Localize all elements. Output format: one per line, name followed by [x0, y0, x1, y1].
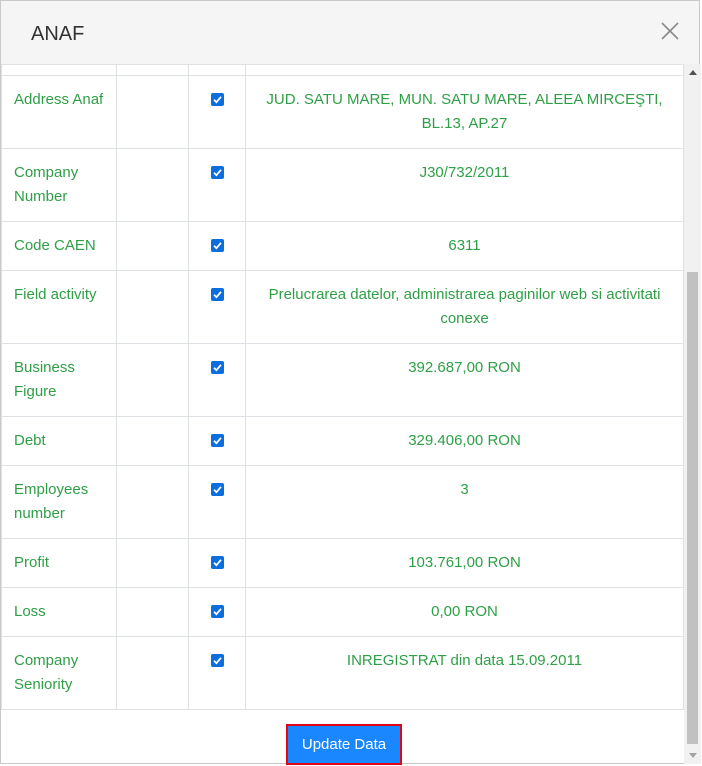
- row-label: Business Figure: [1, 343, 117, 417]
- row-checkbox[interactable]: [210, 556, 224, 569]
- row-label: Code CAEN: [1, 221, 117, 271]
- row-checkbox[interactable]: [210, 605, 224, 618]
- row-empty-cell: [116, 636, 189, 710]
- modal-title: ANAF: [31, 23, 85, 45]
- table-row: Company Number J30/732/2011: [1, 148, 684, 222]
- row-checkbox-cell: [188, 343, 246, 417]
- row-checkbox-cell: [188, 148, 246, 222]
- table-row: Code CAEN 6311: [1, 221, 684, 271]
- row-label: Address Anaf: [1, 75, 117, 149]
- row-empty-cell: [116, 416, 189, 466]
- row-checkbox-cell: [188, 636, 246, 710]
- row-value: JUD. SATU MARE, MUN. SATU MARE, ALEEA MI…: [245, 75, 684, 149]
- table-row: Debt 329.406,00 RON: [1, 416, 684, 466]
- row-checkbox[interactable]: [210, 239, 224, 252]
- row-value: Prelucrarea datelor, administrarea pagin…: [245, 270, 684, 344]
- row-empty-cell: [116, 465, 189, 539]
- row-empty-cell: [116, 270, 189, 344]
- scroll-down-arrow-icon[interactable]: [684, 747, 701, 764]
- vertical-scrollbar[interactable]: [684, 64, 701, 764]
- row-label: Company Number: [1, 148, 117, 222]
- row-value: 3: [245, 465, 684, 539]
- row-empty-cell: [116, 538, 189, 588]
- row-empty-cell: [116, 343, 189, 417]
- row-value: 392.687,00 RON: [245, 343, 684, 417]
- row-checkbox[interactable]: [210, 288, 224, 301]
- row-value: 329.406,00 RON: [245, 416, 684, 466]
- row-label: Company Seniority: [1, 636, 117, 710]
- row-label: Employees number: [1, 465, 117, 539]
- anaf-data-table: Address Anaf JUD. SATU MARE, MUN. SATU MA…: [1, 64, 684, 710]
- row-checkbox-cell: [188, 538, 246, 588]
- row-checkbox-cell: [188, 221, 246, 271]
- row-checkbox[interactable]: [210, 434, 224, 447]
- row-empty-cell: [116, 221, 189, 271]
- row-empty-cell: [116, 148, 189, 222]
- row-checkbox-cell: [188, 465, 246, 539]
- table-row: Field activity Prelucrarea datelor, admin…: [1, 270, 684, 344]
- row-checkbox-cell: [188, 270, 246, 344]
- table-row: Loss 0,00 RON: [1, 587, 684, 637]
- update-data-button[interactable]: Update Data: [286, 724, 402, 765]
- close-icon[interactable]: [659, 20, 681, 42]
- row-checkbox-cell: [188, 75, 246, 149]
- row-empty-cell: [116, 75, 189, 149]
- row-value: 0,00 RON: [245, 587, 684, 637]
- row-value: INREGISTRAT din data 15.09.2011: [245, 636, 684, 710]
- table-row: Company Seniority INREGISTRAT din data 15…: [1, 636, 684, 710]
- row-label: Loss: [1, 587, 117, 637]
- row-value: 103.761,00 RON: [245, 538, 684, 588]
- table-row: Address Anaf JUD. SATU MARE, MUN. SATU MA…: [1, 75, 684, 149]
- row-value: 6311: [245, 221, 684, 271]
- row-checkbox[interactable]: [210, 483, 224, 496]
- row-empty-cell: [116, 587, 189, 637]
- row-checkbox[interactable]: [210, 166, 224, 179]
- row-label: Debt: [1, 416, 117, 466]
- anaf-modal: ANAF Address Anaf JUD. SATU MARE, MUN. SA…: [0, 0, 701, 765]
- row-checkbox-cell: [188, 587, 246, 637]
- row-checkbox-cell: [188, 416, 246, 466]
- row-checkbox[interactable]: [210, 93, 224, 106]
- row-label: Field activity: [1, 270, 117, 344]
- row-checkbox[interactable]: [210, 361, 224, 374]
- modal-body: Address Anaf JUD. SATU MARE, MUN. SATU MA…: [1, 64, 684, 764]
- scrollbar-thumb[interactable]: [687, 272, 698, 744]
- row-value: J30/732/2011: [245, 148, 684, 222]
- table-row: Employees number 3: [1, 465, 684, 539]
- row-label: Profit: [1, 538, 117, 588]
- table-row: Business Figure 392.687,00 RON: [1, 343, 684, 417]
- row-checkbox[interactable]: [210, 654, 224, 667]
- table-row: Profit 103.761,00 RON: [1, 538, 684, 588]
- table-row-partial: [1, 64, 684, 76]
- scroll-up-arrow-icon[interactable]: [684, 64, 701, 81]
- modal-header: ANAF: [1, 1, 699, 65]
